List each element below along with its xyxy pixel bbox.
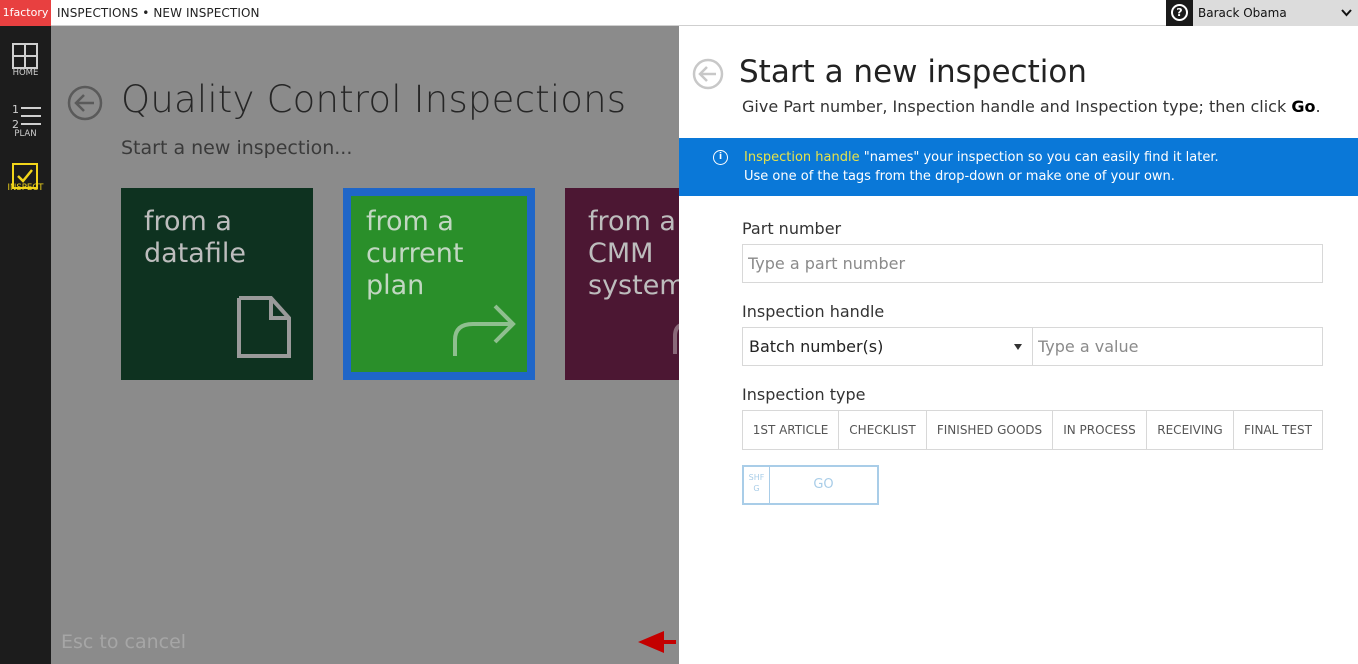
- type-checklist-button[interactable]: CHECKLIST: [839, 411, 927, 449]
- page-subtitle: Start a new inspection...: [121, 137, 353, 159]
- go-label: GO: [813, 477, 834, 492]
- part-number-input[interactable]: [742, 244, 1323, 283]
- inspection-type-group: 1ST ARTICLE CHECKLIST FINISHED GOODS IN …: [742, 410, 1323, 450]
- tile-from-datafile[interactable]: from a datafile: [121, 188, 313, 380]
- dropdown-arrow-icon: [1014, 344, 1022, 350]
- user-name: Barack Obama: [1198, 6, 1287, 20]
- go-button[interactable]: SHF G GO: [742, 465, 879, 505]
- share-arrow-icon: [453, 304, 516, 356]
- banner-highlight: Inspection handle: [744, 150, 860, 165]
- type-finished-goods-button[interactable]: FINISHED GOODS: [927, 411, 1053, 449]
- nav-home-label: HOME: [12, 68, 39, 78]
- subtitle-go: Go: [1291, 97, 1316, 116]
- tile-from-cmm-system[interactable]: from a CMM system: [565, 188, 679, 380]
- user-menu[interactable]: Barack Obama: [1193, 0, 1358, 26]
- info-banner: i Inspection handle "names" your inspect…: [679, 138, 1358, 196]
- nav-plan[interactable]: 1 2 PLAN: [0, 94, 51, 150]
- info-icon: i: [713, 150, 728, 165]
- nav-plan-label: PLAN: [14, 129, 37, 139]
- go-shortcut-hint: SHF G: [744, 467, 770, 503]
- handle-value-input[interactable]: [1032, 327, 1323, 366]
- chevron-down-icon: [1341, 9, 1352, 17]
- handle-type-value: Batch number(s): [749, 337, 884, 356]
- inspection-handle-label: Inspection handle: [742, 302, 885, 321]
- back-arrow-icon[interactable]: [67, 85, 103, 121]
- tile-from-current-plan[interactable]: from a current plan: [343, 188, 535, 380]
- inspection-type-label: Inspection type: [742, 385, 866, 404]
- left-nav-rail: HOME 1 2 PLAN INSPECT: [0, 26, 51, 664]
- type-in-process-button[interactable]: IN PROCESS: [1053, 411, 1147, 449]
- help-icon: ?: [1171, 4, 1188, 21]
- nav-home[interactable]: HOME: [0, 34, 51, 90]
- new-inspection-panel: Start a new inspection Give Part number,…: [679, 26, 1358, 664]
- part-number-label: Part number: [742, 219, 842, 238]
- subtitle-period: .: [1315, 97, 1321, 116]
- type-receiving-button[interactable]: RECEIVING: [1147, 411, 1234, 449]
- file-icon: [237, 296, 291, 358]
- numbered-list-icon: 1 2: [12, 103, 41, 131]
- back-arrow-icon[interactable]: [692, 58, 724, 90]
- panel-subtitle: Give Part number, Inspection handle and …: [742, 97, 1321, 116]
- tile-label: from a current plan: [366, 206, 464, 301]
- type-1st-article-button[interactable]: 1ST ARTICLE: [743, 411, 839, 449]
- banner-line-2: Use one of the tags from the drop-down o…: [744, 169, 1175, 184]
- tile-label: from a CMM system: [588, 206, 679, 301]
- tile-inner: from a current plan: [351, 196, 527, 372]
- banner-line-1: Inspection handle "names" your inspectio…: [744, 150, 1219, 165]
- top-bar: 1factory INSPECTIONS • NEW INSPECTION ? …: [0, 0, 1358, 26]
- subtitle-text: Give Part number, Inspection handle and …: [742, 97, 1292, 116]
- nav-inspect-label: INSPECT: [7, 183, 44, 193]
- dashed-arrow-left-icon: [638, 631, 679, 653]
- esc-cancel-hint: Esc to cancel: [61, 631, 187, 653]
- tile-label: from a datafile: [144, 206, 246, 269]
- nav-inspect[interactable]: INSPECT: [0, 154, 51, 210]
- panel-title: Start a new inspection: [739, 54, 1087, 90]
- type-final-test-button[interactable]: FINAL TEST: [1234, 411, 1322, 449]
- grid-icon: [12, 43, 38, 69]
- go-shortcut-text: SHF G: [748, 473, 765, 493]
- svg-text:1: 1: [12, 103, 19, 116]
- help-button[interactable]: ?: [1166, 0, 1193, 26]
- background-page-overlay[interactable]: Quality Control Inspections Start a new …: [51, 26, 679, 664]
- brand-logo[interactable]: 1factory: [0, 0, 51, 26]
- banner-text: "names" your inspection so you can easil…: [859, 150, 1219, 165]
- breadcrumb: INSPECTIONS • NEW INSPECTION: [57, 6, 260, 20]
- page-title: Quality Control Inspections: [121, 78, 627, 121]
- handle-type-select[interactable]: Batch number(s): [742, 327, 1032, 366]
